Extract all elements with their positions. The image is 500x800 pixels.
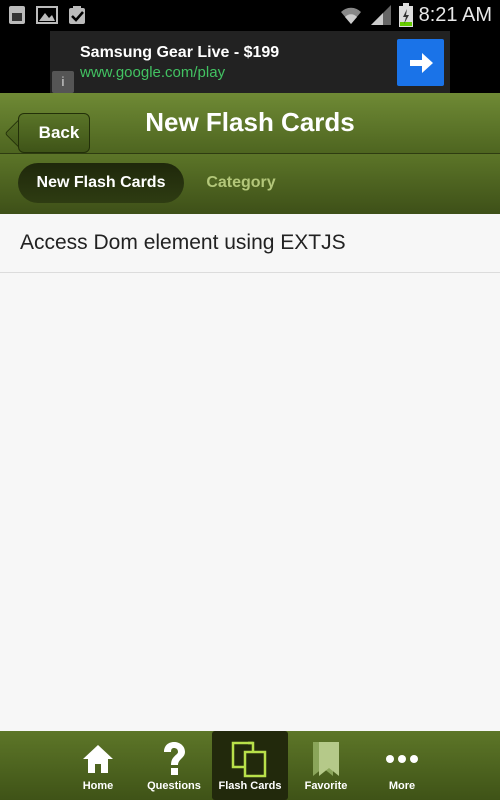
tab-favorite[interactable]: Favorite	[288, 731, 364, 800]
tab-home[interactable]: Home	[60, 731, 136, 800]
arrow-right-icon	[409, 52, 433, 73]
back-button-label: Back	[38, 123, 80, 142]
sim-icon	[9, 6, 25, 24]
tab-favorite-label: Favorite	[304, 780, 348, 792]
tab-more[interactable]: More	[364, 731, 440, 800]
question-icon	[164, 742, 185, 775]
image-icon	[36, 6, 58, 24]
more-icon	[386, 755, 418, 763]
list-item[interactable]: Access Dom element using EXTJS	[0, 214, 500, 273]
wifi-icon	[340, 7, 361, 25]
signal-icon	[370, 5, 391, 25]
segment-category[interactable]: Category	[196, 163, 286, 203]
title-bar: Back New Flash Cards	[0, 93, 500, 154]
clipboard-check-icon	[69, 6, 85, 24]
segment-new-flash-cards[interactable]: New Flash Cards	[18, 163, 184, 203]
ad-arrow-button[interactable]	[397, 39, 444, 86]
info-icon[interactable]: i	[52, 71, 74, 93]
tab-flash-cards[interactable]: Flash Cards	[212, 731, 288, 800]
tab-questions-label: Questions	[147, 780, 201, 792]
home-icon	[83, 745, 113, 773]
back-button[interactable]: Back	[18, 113, 90, 153]
battery-charging-icon	[398, 3, 413, 27]
flash-card-list: Access Dom element using EXTJS	[0, 214, 500, 731]
bookmark-icon	[313, 742, 339, 776]
tab-bar: Home Questions Flash Cards Favorite More	[0, 731, 500, 800]
tab-home-label: Home	[82, 780, 114, 792]
ad-url[interactable]: www.google.com/play	[80, 64, 225, 81]
tab-flash-cards-label: Flash Cards	[218, 780, 282, 792]
flash-cards-icon	[231, 741, 267, 778]
status-bar: 8:21 AM	[0, 0, 500, 31]
tab-questions[interactable]: Questions	[136, 731, 212, 800]
ad-banner[interactable]: Samsung Gear Live - $199 www.google.com/…	[50, 31, 450, 93]
segmented-control: New Flash Cards Category	[0, 154, 500, 214]
ad-title[interactable]: Samsung Gear Live - $199	[80, 44, 279, 62]
status-time: 8:21 AM	[418, 3, 492, 26]
tab-more-label: More	[388, 780, 416, 792]
